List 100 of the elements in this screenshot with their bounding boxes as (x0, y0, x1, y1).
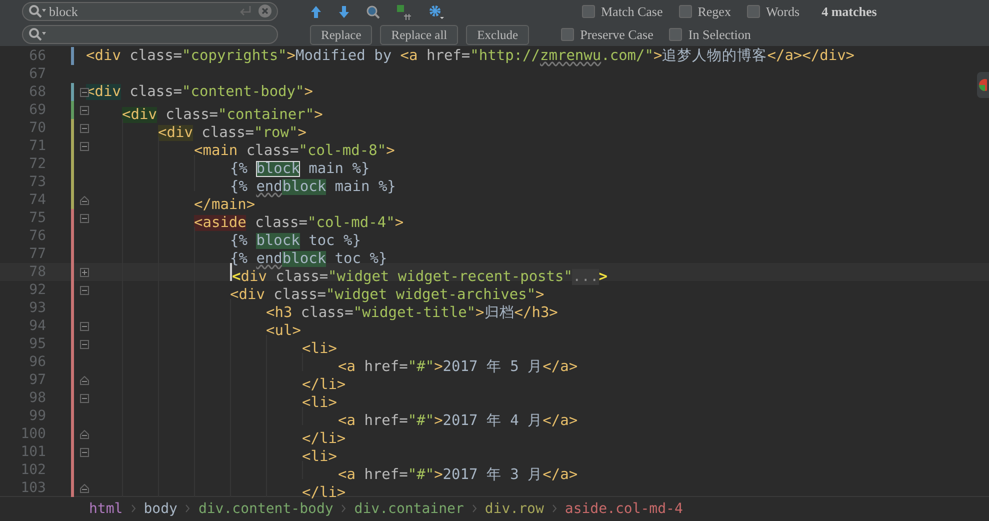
code-token: end (256, 251, 282, 267)
code-token: "container" (218, 107, 314, 123)
fold-icon[interactable] (80, 142, 89, 151)
gear-icon[interactable] (428, 4, 444, 20)
code-token: <div (86, 48, 121, 64)
code-token: class= (200, 125, 254, 141)
fold-icon[interactable] (80, 196, 89, 205)
expand-icon[interactable] (80, 268, 89, 277)
up-arrow-icon[interactable] (310, 4, 322, 18)
search-icon[interactable] (366, 4, 380, 18)
code-token: "#" (408, 467, 434, 483)
search-icon[interactable] (28, 4, 46, 18)
code-token: <a (400, 48, 418, 64)
fold-icon[interactable] (80, 286, 89, 295)
code-token: <main (194, 143, 238, 159)
fold-icon[interactable] (80, 376, 89, 385)
line-number: 92 (28, 281, 46, 299)
code-token: "widget widget-recent-posts" (328, 269, 572, 285)
fold-icon[interactable] (80, 322, 89, 331)
down-arrow-icon[interactable] (338, 4, 350, 18)
line-number: 102 (20, 461, 46, 479)
code-token: 追梦人物的博客 (662, 48, 768, 64)
replace-field[interactable] (22, 25, 278, 44)
code-token: class= (300, 305, 354, 321)
code-token: <ul> (266, 323, 301, 339)
code-token: toc %} (308, 233, 361, 249)
fold-icon[interactable] (80, 340, 89, 349)
code-token: > (314, 107, 323, 123)
option-checkbox[interactable]: In Selection (669, 24, 751, 44)
code-token: > (286, 48, 296, 64)
code-token: toc %} (334, 251, 388, 267)
code-token: block (256, 161, 300, 177)
code-token: "row" (254, 125, 298, 141)
breadcrumb-item[interactable]: div.container (354, 498, 464, 520)
line-number: 66 (28, 47, 46, 65)
replace-button[interactable]: Replace all (380, 24, 458, 44)
code-token: > (598, 269, 608, 285)
code-token: > (394, 215, 404, 231)
fold-icon[interactable] (80, 430, 89, 439)
option-checkbox[interactable]: Regex (678, 2, 731, 22)
fold-icon[interactable] (80, 214, 89, 223)
code-token: "#" (408, 359, 434, 375)
code-token: class= (128, 84, 182, 100)
code-token: {% (230, 161, 248, 177)
option-checkbox[interactable]: Words (746, 2, 800, 22)
line-number: 76 (28, 227, 46, 245)
option-checkbox[interactable]: Preserve Case (561, 24, 654, 44)
option-checkbox[interactable]: Match Case (582, 2, 663, 22)
code-token: zmrenwu (540, 48, 602, 64)
breadcrumb-item[interactable]: div.content-body (198, 498, 334, 520)
code-token: {% (230, 251, 248, 267)
fold-icon[interactable] (80, 88, 89, 97)
line-number: 96 (28, 353, 46, 371)
code-token: main %} (308, 161, 370, 177)
code-token: main %} (334, 179, 396, 195)
code-token: "#" (408, 413, 434, 429)
code-token: </a> (542, 467, 578, 483)
clear-icon[interactable] (258, 4, 272, 18)
fold-icon[interactable] (80, 484, 89, 493)
line-number: 95 (28, 335, 46, 353)
line-number: 93 (28, 299, 46, 317)
line-number: 70 (28, 119, 46, 137)
code-token: div (240, 269, 267, 285)
line-number: 103 (20, 479, 46, 497)
fold-icon[interactable] (80, 106, 89, 115)
code-token: <li> (302, 341, 337, 357)
code-token: <a (338, 467, 356, 483)
line-number: 98 (28, 389, 46, 407)
code-token: <div (122, 107, 157, 123)
code-token: "widget-title" (353, 305, 476, 321)
code-token: </li> (302, 431, 346, 447)
code-token: href= (425, 48, 470, 64)
code-token: </main> (194, 197, 256, 213)
code-token: > (434, 359, 443, 375)
fold-icon[interactable] (80, 448, 89, 457)
fold-icon[interactable] (80, 124, 89, 133)
line-number: 97 (28, 371, 46, 389)
code-token: block (282, 251, 326, 267)
enter-icon (238, 5, 252, 17)
search-field[interactable]: block (22, 2, 278, 22)
fold-icon[interactable] (80, 394, 89, 403)
code-token: class= (272, 287, 326, 303)
code-token: href= (363, 413, 408, 429)
replace-button[interactable]: Exclude (466, 24, 530, 44)
code-token: > (304, 84, 313, 100)
code-token: 2017 年 5 月 (442, 359, 543, 375)
breadcrumb-item[interactable]: html (89, 498, 123, 520)
code-token: class= (245, 143, 299, 159)
code-token: {% (230, 179, 248, 195)
code-token: "widget widget-archives" (326, 287, 536, 303)
breadcrumb-item[interactable]: body (144, 498, 178, 520)
code-token: <h3 (266, 305, 292, 321)
code-token: < (232, 269, 241, 285)
breadcrumb-item[interactable]: aside.col-md-4 (564, 498, 683, 520)
breadcrumb-item[interactable]: div.row (484, 498, 544, 520)
replace-button[interactable]: Replace (310, 24, 372, 44)
search-icon[interactable] (28, 27, 46, 41)
code-token: <li> (302, 395, 337, 411)
code-token: href= (363, 467, 408, 483)
code-token: <div (158, 125, 193, 141)
